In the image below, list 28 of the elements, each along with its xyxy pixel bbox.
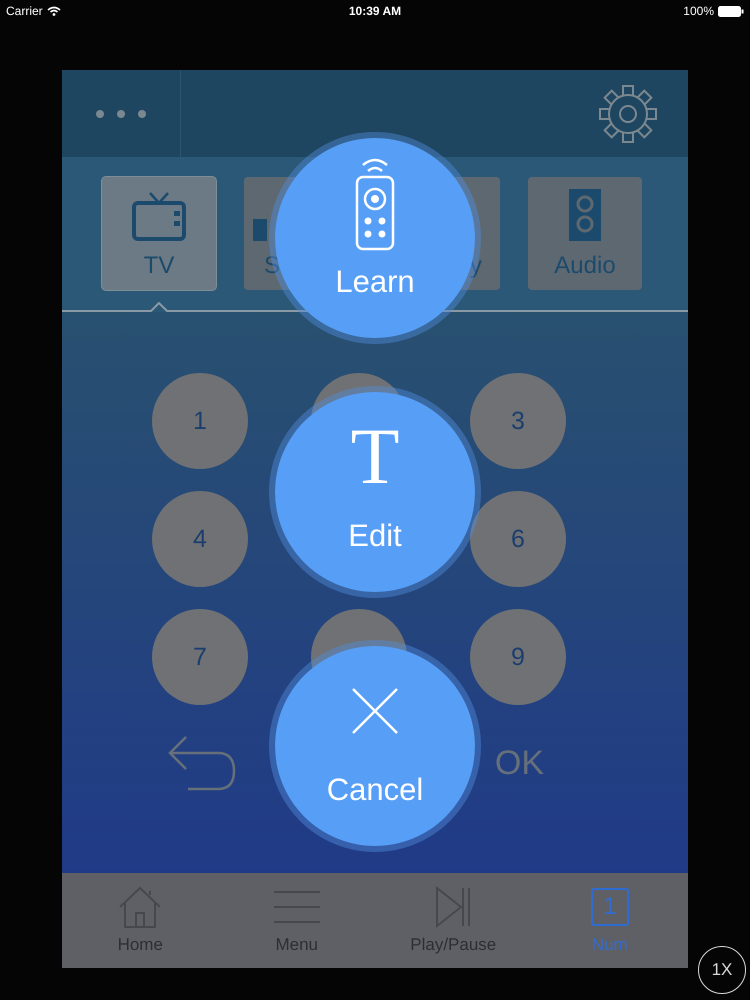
battery-icon — [718, 6, 744, 16]
more-icon[interactable] — [95, 108, 147, 118]
text-icon: T — [350, 417, 400, 497]
clock-time: 10:39 AM — [348, 4, 402, 18]
battery-percent: 100% — [683, 4, 714, 18]
number-key[interactable]: 9 — [470, 609, 566, 705]
home-icon — [118, 885, 162, 929]
number-key[interactable]: 6 — [470, 491, 566, 587]
ok-button[interactable]: OK — [494, 744, 544, 782]
screen-icon — [253, 219, 267, 241]
tv-icon — [132, 191, 186, 241]
play-pause-icon — [435, 886, 472, 928]
wifi-icon — [46, 6, 61, 16]
number-key[interactable]: 1 — [152, 373, 248, 469]
device-tab[interactable]: Audio — [528, 177, 642, 290]
speaker-icon — [569, 189, 601, 241]
tab-bar-item[interactable]: 1 Num — [534, 873, 685, 968]
zoom-button[interactable]: 1X — [698, 946, 746, 994]
device-tab[interactable]: TV — [102, 177, 216, 290]
menu-icon — [274, 890, 320, 924]
number-key[interactable]: 3 — [470, 373, 566, 469]
number-key[interactable]: 4 — [152, 491, 248, 587]
number-key[interactable]: 7 — [152, 609, 248, 705]
carrier-label: Carrier — [6, 4, 43, 18]
close-icon — [351, 687, 399, 735]
number-pad-icon: 1 — [590, 888, 629, 926]
back-arrow-icon[interactable] — [168, 735, 236, 791]
settings-icon[interactable] — [598, 84, 658, 144]
